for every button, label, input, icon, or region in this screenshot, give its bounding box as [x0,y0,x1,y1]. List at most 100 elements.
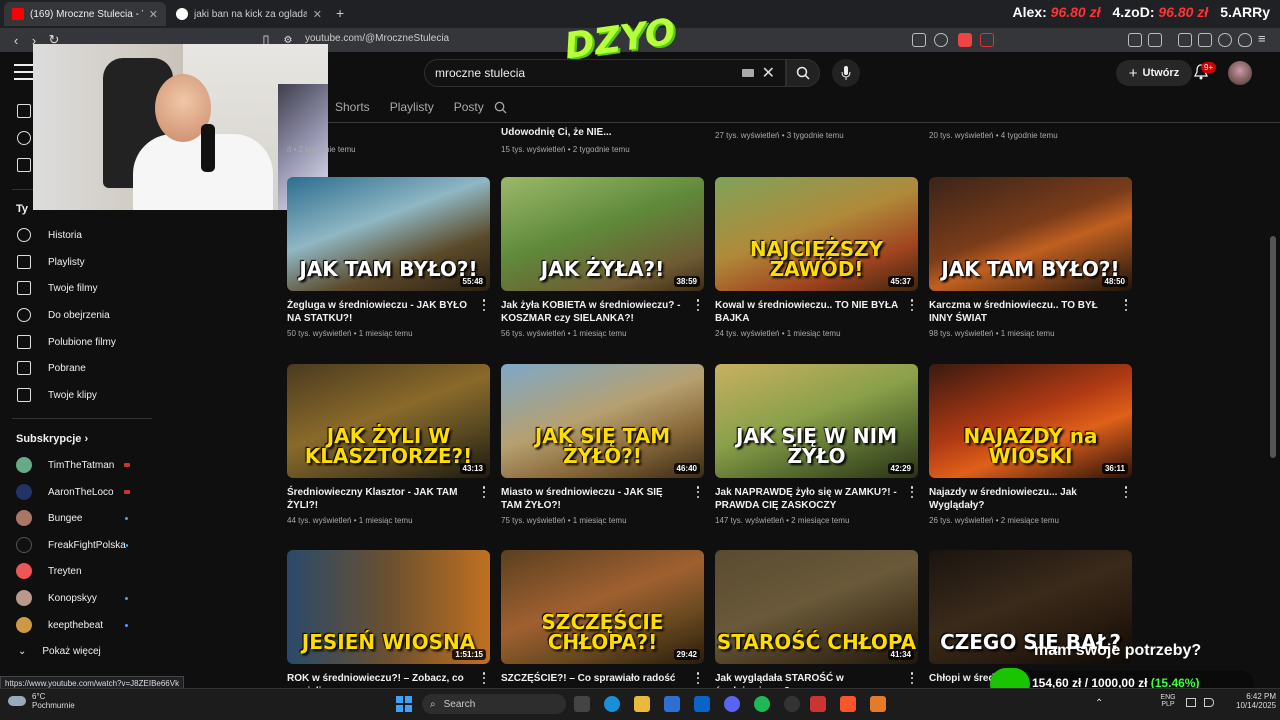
video-card[interactable]: SZCZĘŚCIE CHŁOPA?! 29:42 SZCZĘŚCIE?! – Co … [501,550,704,702]
sidebar-sub-item[interactable]: Konopskyy [0,585,150,611]
video-title[interactable]: Miasto w średniowieczu - JAK SIĘ TAM ŻYŁ… [501,486,686,512]
video-thumbnail[interactable]: NAJAZDY na WIOSKI 36:11 [929,364,1132,478]
browser-menu-icon[interactable]: ≡ [1258,31,1266,46]
account-avatar[interactable] [1228,61,1252,85]
extensions-icon[interactable] [1128,33,1142,47]
video-thumbnail[interactable]: SZCZĘŚCIE CHŁOPA?! 29:42 [501,550,704,664]
more-actions-icon[interactable] [482,299,486,311]
video-card[interactable]: NAJCIĘŻSZY ZAWÓD! 45:37 Kowal w średniowie… [715,177,918,338]
tray-chevron-icon[interactable]: ⌃ [1095,698,1103,709]
sidebar-sub-item[interactable]: keepthebeat [0,612,150,638]
tab-shorts[interactable]: Shorts [335,100,370,114]
discord-icon[interactable] [724,696,740,712]
network-icon[interactable] [1186,698,1196,707]
sidebar-sub-item[interactable]: Treyten [0,558,150,584]
vpn-shield-icon[interactable] [1238,33,1252,47]
shorts-icon[interactable] [17,131,31,145]
hamburger-menu-icon[interactable] [14,64,34,80]
tab-close-icon[interactable]: ✕ [313,8,322,21]
home-icon[interactable] [17,104,31,118]
browser-tab-google[interactable]: jaki ban na kick za ogladanie porno ✕ [168,2,330,26]
new-tab-button[interactable]: + [336,5,344,21]
app-icon[interactable] [810,696,826,712]
video-thumbnail[interactable]: JAK SIĘ W NIM ŻYŁO 42:29 [715,364,918,478]
video-title[interactable]: Jak NAPRAWDĘ żyło się w ZAMKU?! - PRAWDA… [715,486,900,512]
sidebar-sub-item[interactable]: TimTheTatman [0,452,150,478]
sidebar-toggle-icon[interactable] [1178,33,1192,47]
video-title[interactable]: Średniowieczny Klasztor - JAK TAM ŻYLI?! [287,486,472,512]
video-thumbnail[interactable]: JAK SIĘ TAM ŻYŁO?! 46:40 [501,364,704,478]
sidebar-you-title[interactable]: Ty [16,203,28,215]
video-thumbnail[interactable]: JAK TAM BYŁO?! 55:48 [287,177,490,291]
video-thumbnail[interactable]: JAK TAM BYŁO?! 48:50 [929,177,1132,291]
more-actions-icon[interactable] [696,299,700,311]
browser-tab-youtube[interactable]: (169) Mroczne Stulecia - YouTube ✕ [4,2,166,26]
windows-start-icon[interactable] [396,696,412,712]
channel-search-icon[interactable] [494,101,507,114]
cast-icon[interactable] [912,33,926,47]
more-actions-icon[interactable] [1124,299,1128,311]
taskbar-clock[interactable]: 6:42 PM 10/14/2025 [1236,692,1276,710]
video-thumbnail[interactable]: STAROŚĆ CHŁOPA 41:34 [715,550,918,664]
sidebar-item-your-videos[interactable]: Twoje filmy [0,275,150,301]
sidebar-sub-item[interactable]: AaronTheLoco [0,479,150,505]
search-button[interactable] [786,59,820,87]
brave-icon[interactable] [840,696,856,712]
video-card[interactable]: JAK SIĘ TAM ŻYŁO?! 46:40 Miasto w średniow… [501,364,704,525]
sidebar-item-clips[interactable]: Twoje klipy [0,382,150,408]
back-icon[interactable]: ‹ [8,32,24,48]
outlook-icon[interactable] [694,696,710,712]
file-explorer-icon[interactable] [634,696,650,712]
more-actions-icon[interactable] [910,299,914,311]
more-actions-icon[interactable] [910,672,914,684]
sidebar-item-watch-later[interactable]: Do obejrzenia [0,302,150,328]
video-title[interactable]: Kowal w średniowieczu.. TO NIE BYŁA BAJK… [715,299,900,325]
video-thumbnail[interactable]: JAK ŻYŁA?! 38:59 [501,177,704,291]
video-thumbnail[interactable]: JAK ŻYLI W KLASZTORZE?! 43:13 [287,364,490,478]
more-actions-icon[interactable] [696,486,700,498]
video-thumbnail[interactable]: JESIEŃ WIOSNA 1:51:15 [287,550,490,664]
url-field[interactable]: youtube.com/@MroczneStulecia [305,33,449,44]
edge-icon[interactable] [604,696,620,712]
leo-ai-icon[interactable] [1218,33,1232,47]
store-icon[interactable] [664,696,680,712]
video-card[interactable]: JAK SIĘ W NIM ŻYŁO 42:29 Jak NAPRAWDĘ żyło… [715,364,918,525]
tab-playlists[interactable]: Playlisty [390,100,434,114]
video-title[interactable]: Karczma w średniowieczu.. TO BYŁ INNY ŚW… [929,299,1114,325]
more-actions-icon[interactable] [910,486,914,498]
tab-close-icon[interactable]: ✕ [149,8,158,21]
video-card[interactable]: CZEGO SIĘ BAŁ?Chłopi w średniowieczu... … [929,550,1132,689]
screenshot-icon[interactable] [1148,33,1162,47]
video-card[interactable]: JAK TAM BYŁO?! 48:50 Karczma w średniowiec… [929,177,1132,338]
video-card[interactable]: JAK ŻYLI W KLASZTORZE?! 43:13 Średniowiecz… [287,364,490,525]
brave-rewards-icon[interactable] [980,33,994,47]
obs-icon[interactable] [784,696,800,712]
more-actions-icon[interactable] [482,486,486,498]
more-actions-icon[interactable] [696,672,700,684]
app-icon[interactable] [870,696,886,712]
video-title-partial[interactable]: Udowodnię Ci, że NIE... [501,127,612,138]
keyboard-icon[interactable] [741,69,754,77]
video-card[interactable]: STAROŚĆ CHŁOPA 41:34 Jak wyglądała STAROŚĆ… [715,550,918,702]
weather-widget[interactable]: 6°C Pochmurnie [8,692,75,710]
wallet-icon[interactable] [1198,33,1212,47]
sidebar-item-playlists[interactable]: Playlisty [0,249,150,275]
sidebar-item-downloads[interactable]: Pobrane [0,355,150,381]
sidebar-show-more[interactable]: ⌄ Pokaż więcej [0,638,150,664]
sidebar-sub-item[interactable]: Bungee [0,505,150,531]
input-language[interactable]: ENG PLP [1158,694,1178,708]
sidebar-item-history[interactable]: Historia [0,222,150,248]
create-button[interactable]: + Utwórz [1116,60,1192,86]
volume-icon[interactable] [1204,698,1214,707]
page-scrollbar[interactable] [1270,236,1276,458]
tab-posts[interactable]: Posty [454,100,484,114]
sidebar-subscriptions-title[interactable]: Subskrypcje › [16,433,88,445]
task-view-icon[interactable] [574,696,590,712]
subscriptions-icon[interactable] [17,158,31,172]
video-title[interactable]: Jak żyła KOBIETA w średniowieczu? - KOSZ… [501,299,686,325]
video-card[interactable]: JESIEŃ WIOSNA 1:51:15 ROK w średniowieczu?… [287,550,490,702]
more-actions-icon[interactable] [482,672,486,684]
spotify-icon[interactable] [754,696,770,712]
sidebar-sub-item[interactable]: FreakFightPolska [0,532,150,558]
search-input[interactable]: mroczne stulecia ✕ [424,59,786,87]
